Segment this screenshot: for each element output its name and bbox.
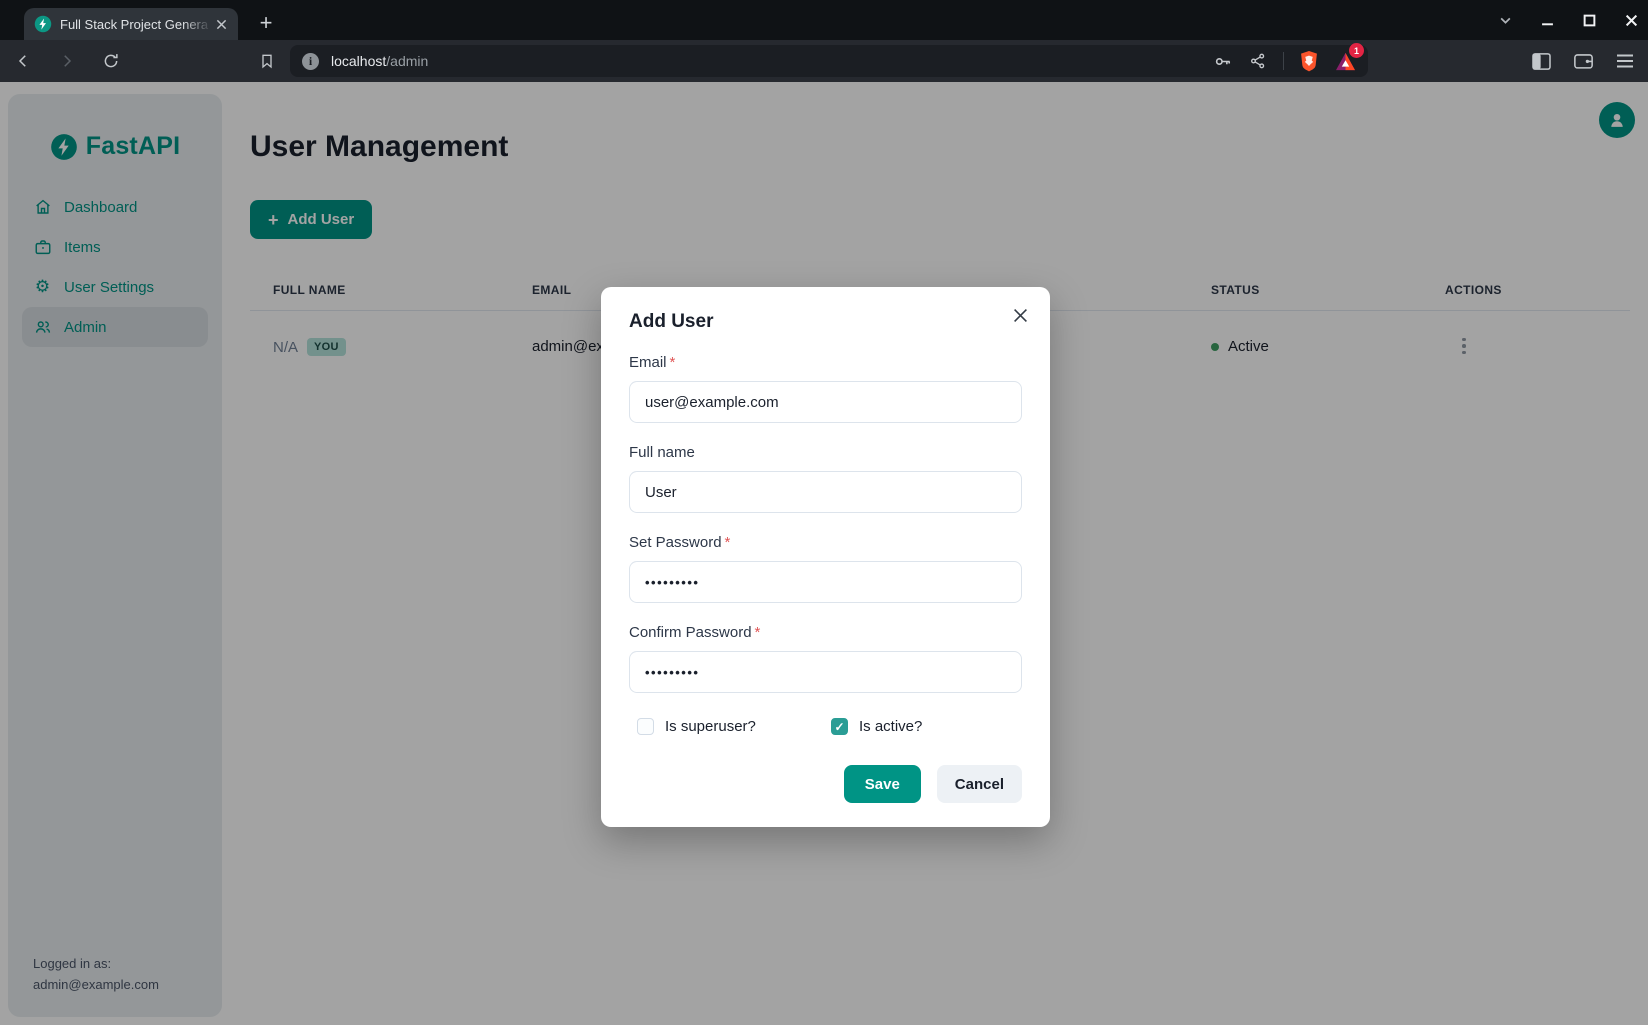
is-superuser-checkbox[interactable]: Is superuser? [637, 718, 831, 735]
email-label: Email* [629, 354, 1022, 371]
is-active-label: Is active? [859, 718, 922, 735]
save-button[interactable]: Save [844, 765, 921, 803]
tab-title: Full Stack Project Genera [60, 17, 212, 32]
confirm-password-field[interactable] [629, 651, 1022, 693]
close-window-button[interactable] [1622, 11, 1640, 29]
sidebar-toggle-icon[interactable] [1530, 50, 1552, 72]
tab-close-icon[interactable] [212, 15, 230, 33]
back-icon[interactable] [12, 50, 34, 72]
required-asterisk: * [755, 624, 761, 641]
share-icon[interactable] [1247, 50, 1269, 72]
bookmark-icon[interactable] [256, 50, 278, 72]
browser-window: Full Stack Project Genera + [0, 0, 1648, 1025]
menu-hamburger-icon[interactable] [1614, 50, 1636, 72]
modal-close-icon[interactable] [1004, 299, 1036, 331]
maximize-button[interactable] [1580, 11, 1598, 29]
minimize-button[interactable] [1538, 11, 1556, 29]
is-superuser-label: Is superuser? [665, 718, 756, 735]
full-name-label: Full name [629, 444, 1022, 461]
set-password-field[interactable] [629, 561, 1022, 603]
reload-icon[interactable] [100, 50, 122, 72]
set-password-label: Set Password* [629, 534, 1022, 551]
confirm-password-label: Confirm Password* [629, 624, 1022, 641]
password-key-icon[interactable] [1211, 50, 1233, 72]
is-active-checkbox[interactable]: Is active? [831, 718, 922, 735]
url-text: localhost/admin [331, 53, 428, 69]
url-host: localhost [331, 53, 386, 69]
window-controls [1496, 0, 1640, 40]
new-tab-button[interactable]: + [252, 9, 280, 37]
checkbox-icon[interactable] [831, 718, 848, 735]
wallet-icon[interactable] [1572, 50, 1594, 72]
site-info-icon[interactable]: i [302, 53, 319, 70]
browser-tab[interactable]: Full Stack Project Genera [24, 8, 238, 40]
url-path: /admin [386, 53, 428, 69]
confirm-password-field-group: Confirm Password* [629, 624, 1022, 693]
full-name-field[interactable] [629, 471, 1022, 513]
email-field[interactable] [629, 381, 1022, 423]
required-asterisk: * [670, 354, 676, 371]
rewards-count-badge: 1 [1349, 43, 1364, 58]
forward-icon[interactable] [56, 50, 78, 72]
full-name-field-group: Full name [629, 444, 1022, 513]
modal-buttons: Save Cancel [629, 765, 1022, 803]
address-bar[interactable]: i localhost/admin 1 [290, 45, 1368, 77]
brave-shield-icon[interactable] [1298, 50, 1320, 72]
tab-search-icon[interactable] [1496, 11, 1514, 29]
cancel-button[interactable]: Cancel [937, 765, 1022, 803]
browser-toolbar: i localhost/admin 1 [0, 40, 1648, 82]
set-password-field-group: Set Password* [629, 534, 1022, 603]
email-field-group: Email* [629, 354, 1022, 423]
checkbox-icon[interactable] [637, 718, 654, 735]
page-viewport: FastAPI Dashboard Items ⚙ User [0, 82, 1648, 1025]
tab-strip: Full Stack Project Genera + [0, 0, 1648, 40]
required-asterisk: * [725, 534, 731, 551]
fastapi-favicon-icon [34, 15, 52, 33]
brave-rewards-icon[interactable]: 1 [1334, 50, 1356, 72]
toolbar-divider [1283, 52, 1284, 70]
add-user-modal: Add User Email* Full name Set Password* … [601, 287, 1050, 827]
checkbox-row: Is superuser? Is active? [629, 718, 1022, 735]
modal-title: Add User [629, 311, 1022, 333]
